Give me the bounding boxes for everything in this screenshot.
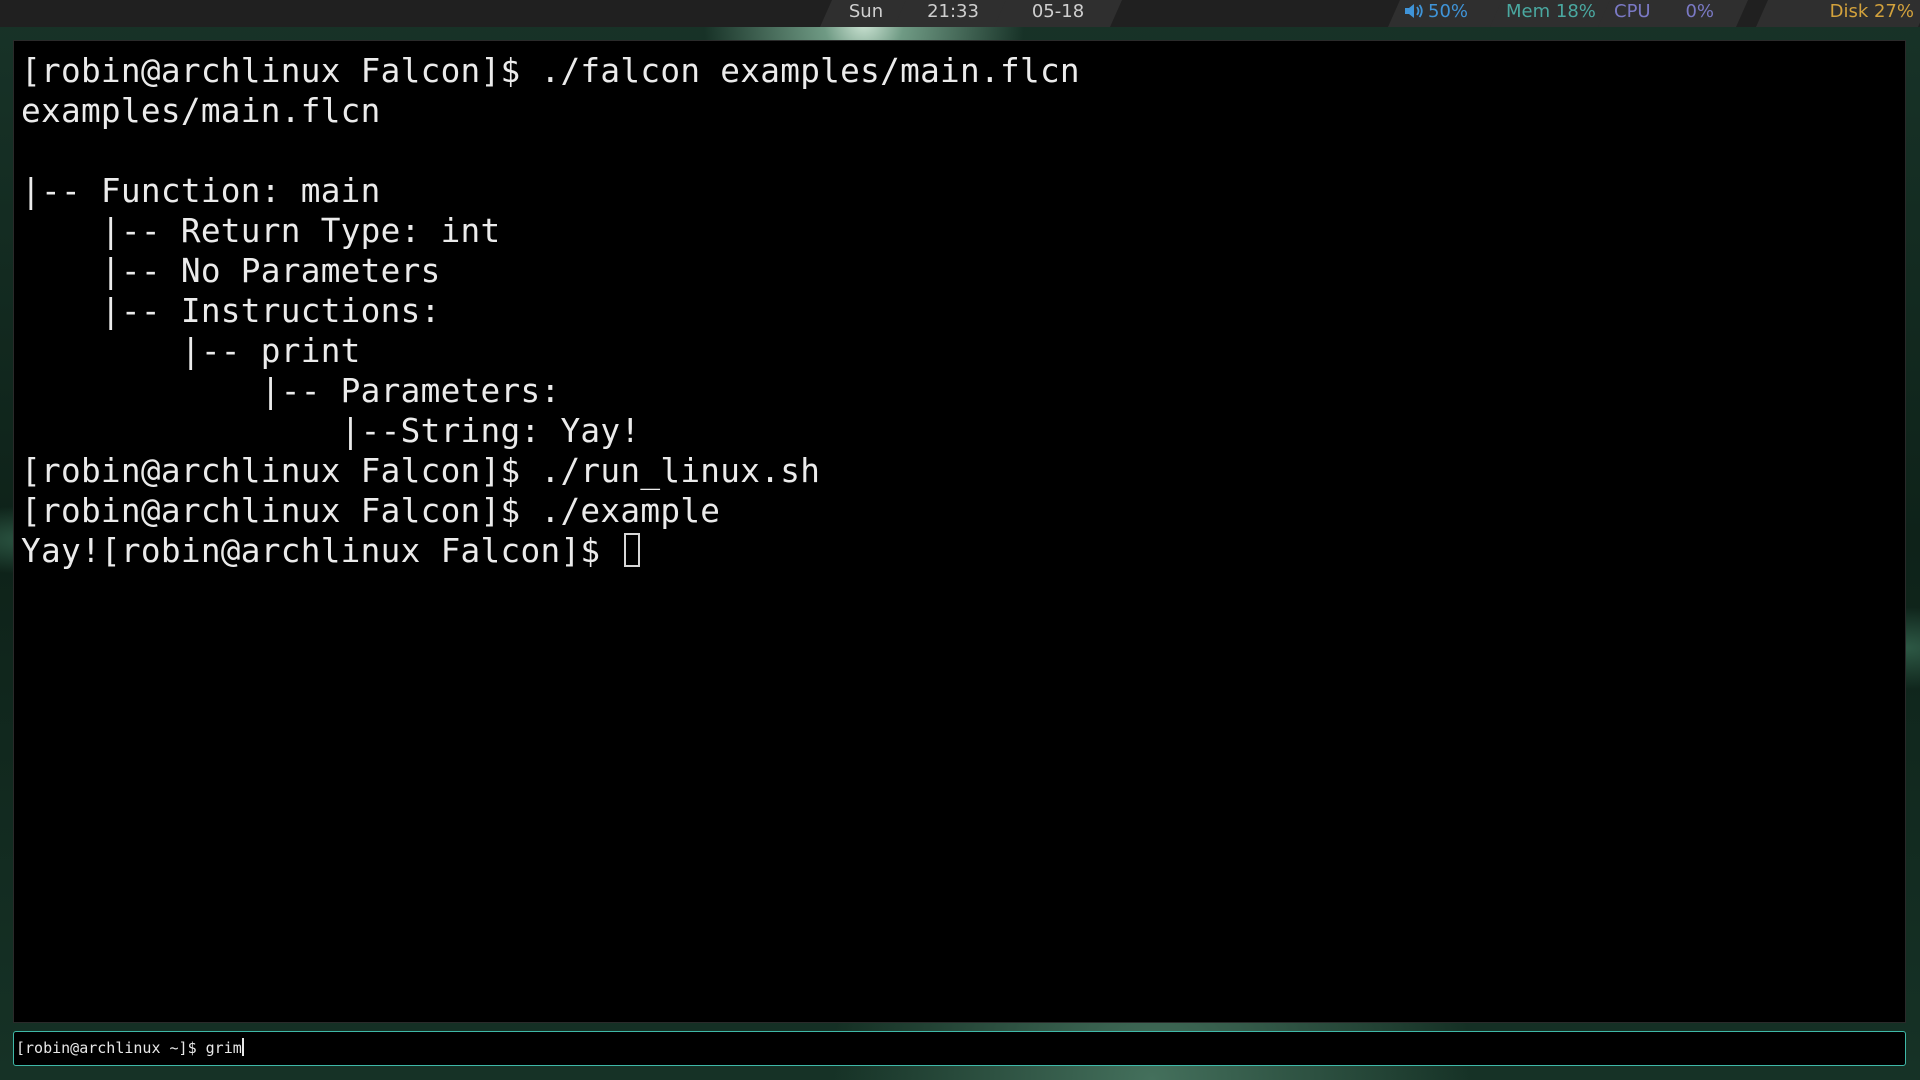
launcher-prompt[interactable]: [robin@archlinux ~]$ grim (13, 1031, 1906, 1066)
launcher-input[interactable]: [robin@archlinux ~]$ grim (16, 1032, 244, 1065)
terminal-line: |-- Function: main (21, 172, 381, 210)
terminal-output: [robin@archlinux Falcon]$ ./falcon examp… (21, 51, 1080, 571)
clock-time: 21:33 (927, 1, 979, 22)
terminal-line: [robin@archlinux Falcon]$ ./run_linux.sh (21, 452, 821, 490)
launcher-input-value: grim (205, 1039, 242, 1057)
status-bar: Sun 21:33 05-18 50% Mem 18% CPU 0% Disk … (0, 0, 1920, 27)
terminal-line: |--String: Yay! (21, 412, 641, 450)
launcher-prompt-label: [robin@archlinux ~]$ (16, 1039, 206, 1057)
clock[interactable]: 21:33 (894, 0, 1012, 27)
terminal-line: [robin@archlinux Falcon]$ ./falcon examp… (21, 52, 1080, 90)
terminal-window[interactable]: [robin@archlinux Falcon]$ ./falcon examp… (13, 40, 1906, 1023)
terminal-line: [robin@archlinux Falcon]$ ./example (21, 492, 721, 530)
date-indicator: 05-18 (994, 0, 1122, 27)
terminal-line: |-- Instructions: (21, 292, 441, 330)
disk-indicator: Disk 27% (1756, 0, 1920, 27)
date-text: 05-18 (1031, 1, 1085, 22)
cpu-label: CPU (1614, 1, 1651, 22)
terminal-line: |-- print (21, 332, 361, 370)
terminal-line: |-- Return Type: int (21, 212, 501, 250)
disk-value: 27% (1873, 1, 1914, 22)
memory-value: 18% (1555, 1, 1596, 22)
terminal-prompt-line[interactable]: Yay![robin@archlinux Falcon]$ (21, 531, 1080, 571)
memory-label: Mem (1506, 1, 1551, 22)
disk-label: Disk (1829, 1, 1869, 22)
terminal-prompt: Yay![robin@archlinux Falcon]$ (21, 532, 621, 570)
terminal-line: examples/main.flcn (21, 92, 381, 130)
weekday-text: Sun (848, 1, 884, 22)
cpu-value: 0% (1685, 1, 1714, 22)
speaker-icon (1404, 0, 1424, 24)
text-caret (241, 1038, 244, 1056)
desktop-wallpaper: Sun 21:33 05-18 50% Mem 18% CPU 0% Disk … (0, 0, 1920, 1080)
terminal-line: |-- No Parameters (21, 252, 441, 290)
volume-value: 50% (1428, 1, 1469, 22)
terminal-cursor (624, 533, 641, 567)
terminal-line: |-- Parameters: (21, 372, 561, 410)
cpu-indicator: CPU 0% (1598, 0, 1748, 27)
